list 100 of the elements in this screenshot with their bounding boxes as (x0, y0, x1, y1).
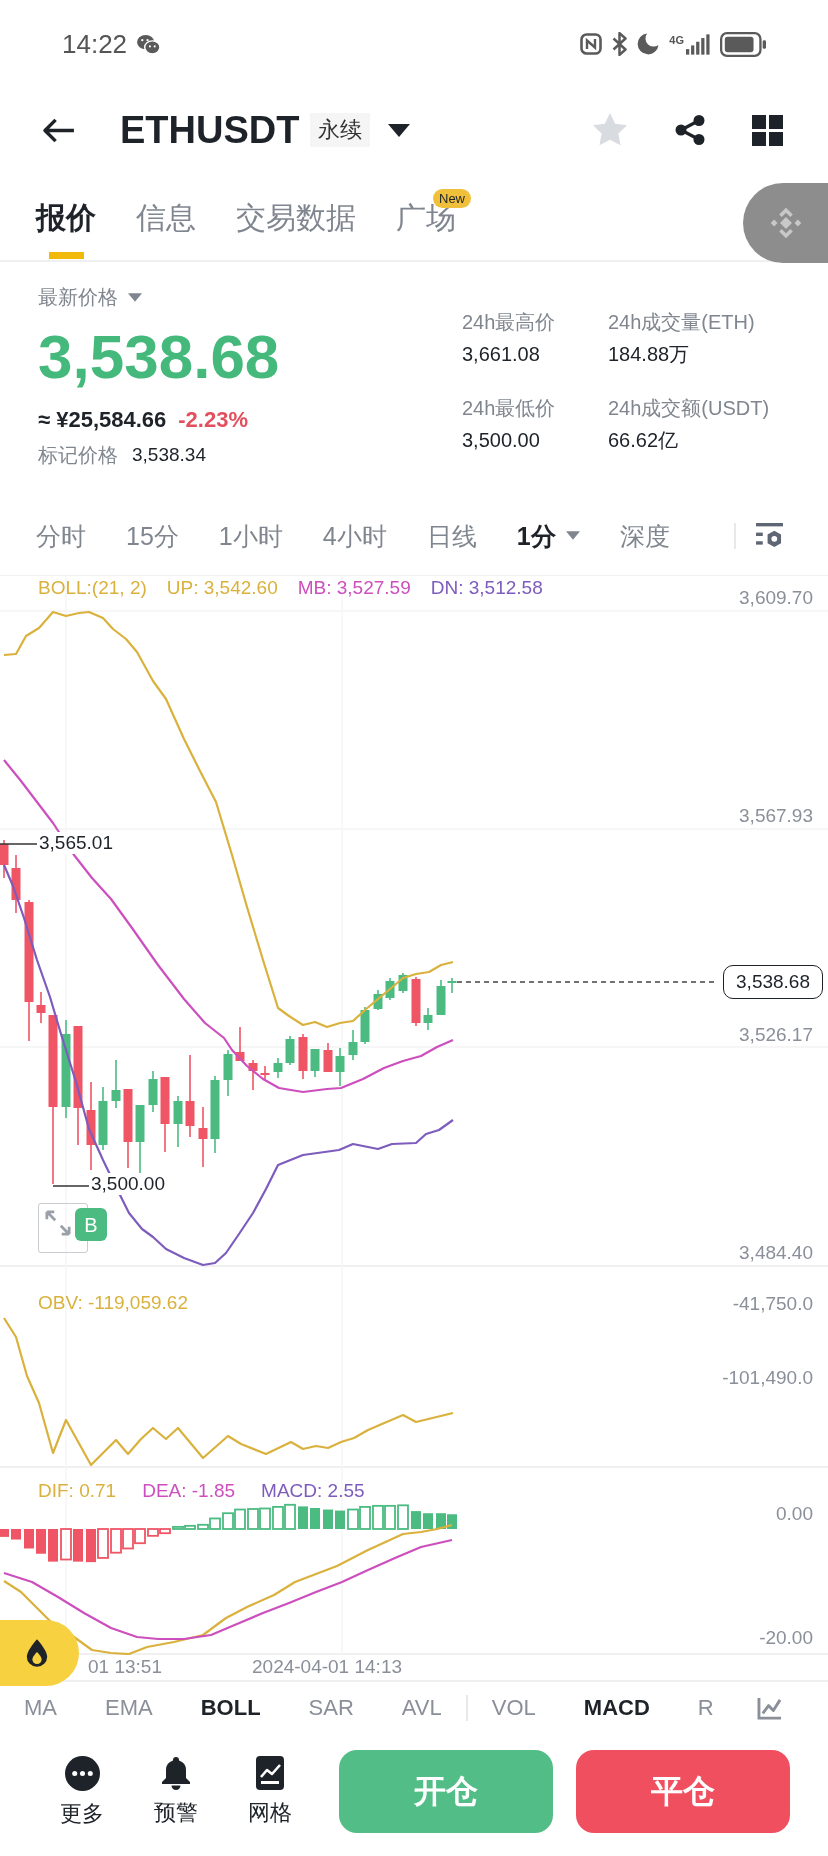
mark-price-label: 标记价格 (38, 443, 118, 468)
histogram-bar (272, 1506, 284, 1530)
bell-icon (161, 1755, 191, 1790)
low-price-label: 3,500.00 (90, 1173, 166, 1195)
indicator-legend: MB: 3,527.59 (297, 577, 411, 599)
histogram-bar (234, 1508, 246, 1530)
tab[interactable]: 报价 (36, 172, 96, 260)
floating-action-button[interactable] (0, 1620, 79, 1686)
share-button[interactable] (674, 114, 706, 146)
indicator-tab[interactable]: SAR (308, 1695, 354, 1721)
histogram-bar (247, 1508, 259, 1530)
drop-icon (24, 1638, 49, 1668)
close-position-button[interactable]: 平仓 (576, 1749, 790, 1833)
histogram-bar (60, 1528, 72, 1561)
symbol-dropdown-button[interactable] (388, 123, 411, 137)
indicator-tab[interactable]: R (697, 1695, 714, 1721)
histogram-bar (347, 1508, 359, 1530)
bluetooth-icon (612, 32, 628, 56)
histogram-bar (423, 1513, 433, 1529)
star-icon (592, 113, 628, 147)
moon-icon (637, 33, 660, 55)
grid-menu-button[interactable] (752, 114, 783, 146)
candlestick (260, 1065, 270, 1081)
interval-tab[interactable]: 分时 (36, 520, 86, 551)
chart-style-button[interactable] (757, 1696, 782, 1720)
axis-label: 0.00 (776, 1502, 813, 1526)
candlestick (310, 1048, 320, 1078)
indicator-legend: OBV: -119,059.62 (38, 1292, 188, 1314)
candlestick (385, 977, 395, 1001)
chart-document-icon (254, 1755, 286, 1790)
price-type-dropdown[interactable]: 最新价格 (38, 284, 142, 310)
indicator-tab[interactable]: BOLL (200, 1695, 261, 1721)
buy-marker: B (75, 1208, 107, 1241)
interval-tab[interactable]: 4小时 (322, 520, 387, 551)
interval-tab[interactable]: 15分 (126, 520, 179, 551)
histogram-bar (384, 1504, 396, 1530)
mark-price: 3,538.34 (132, 443, 206, 467)
alert-button[interactable]: 预警 (146, 1755, 206, 1826)
indicator-tab[interactable]: MACD (583, 1695, 650, 1721)
interval-tab[interactable]: 日线 (426, 520, 477, 551)
histogram-bar (323, 1509, 333, 1529)
grid-icon (752, 114, 783, 146)
indicator-legend: MACD: 2.55 (261, 1480, 365, 1502)
histogram-bar (86, 1529, 96, 1563)
nfc-icon (580, 33, 603, 55)
histogram-bar (24, 1529, 34, 1549)
histogram-bar (73, 1529, 83, 1562)
stat-label: 24h成交额(USDT) (608, 396, 771, 421)
candlestick (323, 1042, 333, 1073)
histogram-bar (97, 1528, 109, 1559)
axis-label: -41,750.0 (732, 1292, 813, 1316)
stat-value: 3,500.00 (462, 428, 541, 453)
histogram-bar (411, 1511, 421, 1529)
candlestick (398, 972, 408, 994)
interval-tab[interactable]: 1分 (516, 520, 580, 551)
more-button[interactable]: 更多 (52, 1755, 112, 1827)
interval-tab[interactable]: 1小时 (218, 520, 283, 551)
candlestick (148, 1070, 158, 1113)
histogram-bar (397, 1504, 409, 1530)
axis-label: 3,609.70 (739, 586, 813, 610)
histogram-bar (110, 1528, 122, 1554)
stat-value: 66.62亿 (608, 428, 680, 453)
candlestick (335, 1047, 345, 1087)
histogram-bar (11, 1529, 21, 1540)
candlestick (348, 1029, 358, 1061)
open-position-button[interactable]: 开仓 (339, 1749, 553, 1833)
interval-tab[interactable]: 深度 (619, 520, 670, 551)
indicator-tab[interactable]: AVL (401, 1695, 442, 1721)
candlestick (198, 1106, 208, 1168)
histogram-bar (298, 1506, 308, 1529)
fiat-price: ≈ ¥25,584.66 (38, 406, 167, 434)
indicator-legend: BOLL:(21, 2) (38, 577, 147, 599)
caret-icon (388, 123, 411, 137)
chart-settings-button[interactable] (756, 523, 783, 548)
candlestick (98, 1086, 108, 1151)
indicator-legend: UP: 3,542.60 (166, 577, 278, 599)
time-label: 2024-04-01 14:13 (252, 1655, 402, 1679)
candlestick (411, 976, 421, 1027)
indicator-tab[interactable]: MA (24, 1695, 57, 1721)
high-price-label: 3,565.01 (38, 832, 114, 854)
grid-trading-button[interactable]: 网格 (240, 1755, 300, 1826)
battery-icon (720, 31, 766, 57)
candlestick (360, 1006, 370, 1045)
indicator-tab[interactable]: VOL (491, 1695, 536, 1721)
line-chart-icon (757, 1696, 782, 1720)
histogram-bar (284, 1503, 296, 1530)
axis-label: 3,484.40 (739, 1241, 813, 1265)
tab[interactable]: 信息 (136, 172, 196, 260)
stat-label: 24h成交量(ETH) (608, 310, 756, 335)
histogram-bar (36, 1529, 46, 1554)
floating-logo-button[interactable] (743, 183, 828, 263)
settings-icon (756, 523, 783, 548)
histogram-bar (310, 1507, 320, 1529)
tab[interactable]: 交易数据 (236, 172, 356, 260)
histogram-bar (48, 1529, 58, 1562)
back-button[interactable] (41, 116, 76, 144)
last-price: 3,538.68 (38, 324, 280, 390)
histogram-bar (447, 1514, 457, 1529)
candlestick (373, 989, 383, 1011)
indicator-tab[interactable]: EMA (105, 1695, 153, 1721)
